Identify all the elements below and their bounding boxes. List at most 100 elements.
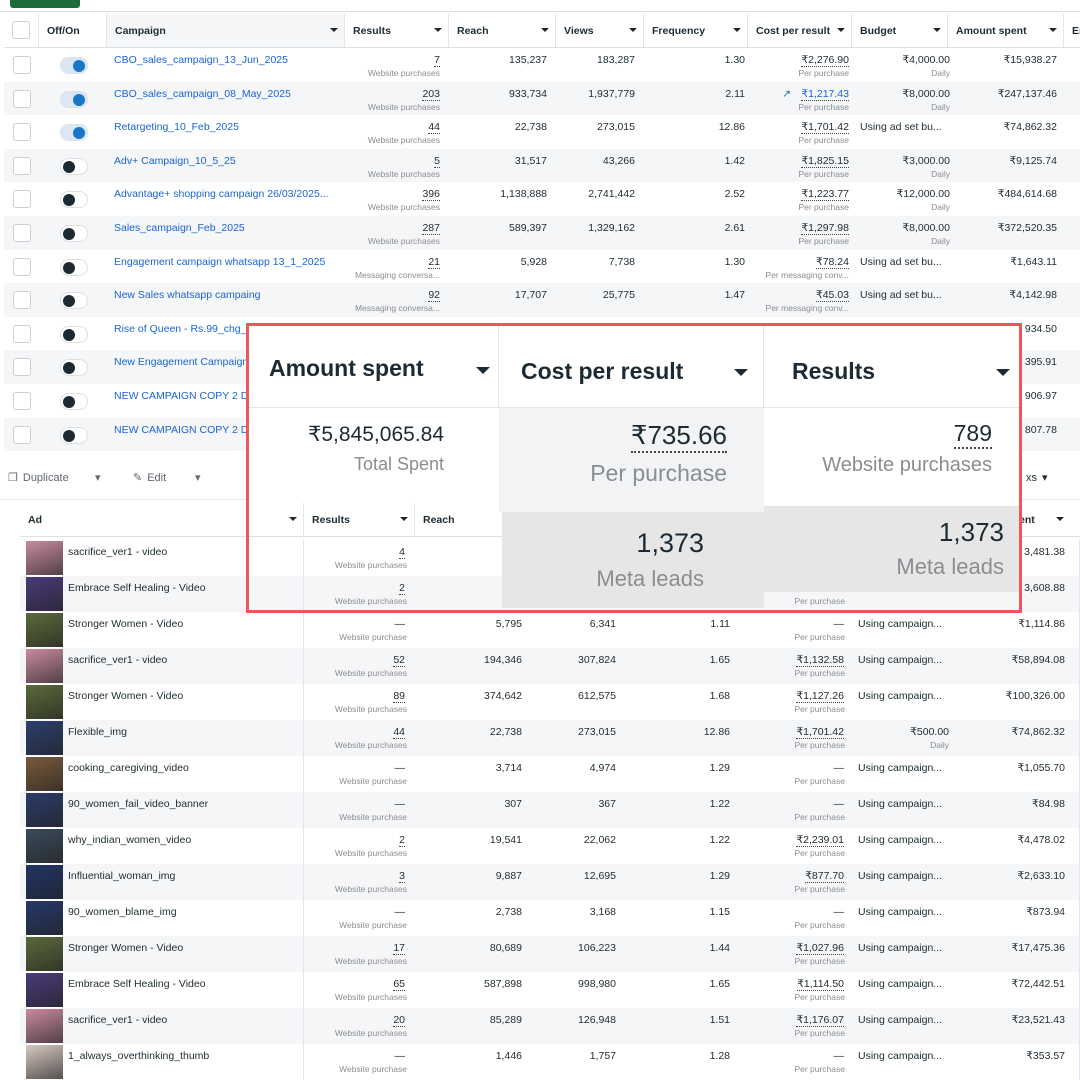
row-checkbox[interactable] <box>13 291 31 310</box>
row-checkbox[interactable] <box>13 224 31 242</box>
campaign-name-link[interactable]: Sales_campaign_Feb_2025 <box>114 222 342 234</box>
campaign-toggle[interactable] <box>60 393 88 410</box>
cost-value[interactable]: ₹1,223.77 <box>801 188 849 202</box>
cost-value[interactable]: ₹1,297.98 <box>801 222 849 235</box>
results-label: Messaging conversa... <box>354 269 440 280</box>
reach-value: 374,642 <box>484 690 522 702</box>
col-results[interactable]: Results <box>344 14 448 47</box>
campaign-toggle[interactable] <box>60 359 88 377</box>
campaign-toggle[interactable] <box>60 325 88 343</box>
row-checkbox[interactable] <box>13 324 31 343</box>
ad-name[interactable]: Embrace Self Healing - Video <box>68 582 206 594</box>
campaign-toggle[interactable] <box>60 90 88 108</box>
cost-value[interactable]: ₹78.24 <box>816 256 849 269</box>
cost-value[interactable]: — <box>834 618 845 630</box>
campaign-name-link[interactable]: Engagement campaign whatsapp 13_1_2025 <box>114 256 342 268</box>
campaign-toggle[interactable] <box>60 124 88 142</box>
row-checkbox[interactable] <box>13 56 31 74</box>
row-checkbox[interactable] <box>13 358 31 377</box>
campaign-toggle[interactable] <box>60 225 88 242</box>
ad-name[interactable]: cooking_caregiving_video <box>68 762 189 774</box>
col-frequency[interactable]: Frequency <box>643 14 747 47</box>
campaign-name-link[interactable]: New Sales whatsapp campaing <box>114 289 342 301</box>
ad-name[interactable]: 90_women_fail_video_banner <box>68 798 208 810</box>
row-checkbox[interactable] <box>13 123 31 142</box>
cost-value[interactable]: ₹1,132.58 <box>796 654 844 667</box>
duplicate-button[interactable]: ❐ Duplicate <box>8 471 69 485</box>
campaign-toggle[interactable] <box>60 258 88 276</box>
summary-spent-header[interactable]: Amount spent <box>249 326 499 408</box>
campaign-toggle[interactable] <box>60 426 88 444</box>
results-label: Website purchases <box>367 68 440 78</box>
ad-name[interactable]: 1_always_overthinking_thumb <box>68 1050 209 1062</box>
results-label: Website purchases <box>334 956 407 966</box>
cost-value[interactable]: ₹1,027.96 <box>796 942 844 955</box>
summary-results-header[interactable]: Results <box>764 326 1019 408</box>
create-button[interactable] <box>10 0 80 8</box>
budget-value: ₹8,000.00 <box>902 222 950 234</box>
cost-value[interactable]: ₹1,701.42 <box>801 121 849 135</box>
cost-label: Per purchase <box>794 992 845 1002</box>
col-views[interactable]: Views <box>555 14 643 47</box>
budget-value: ₹500.00 <box>910 726 949 738</box>
cost-value[interactable]: ₹1,217.43 <box>801 88 849 101</box>
select-all-cell <box>4 14 38 47</box>
edit-button[interactable]: ✎ Edit <box>133 471 166 485</box>
ad-name[interactable]: Flexible_img <box>68 726 127 738</box>
cost-value[interactable]: — <box>834 1050 845 1062</box>
cost-value[interactable]: ₹2,276.90 <box>801 54 849 67</box>
campaign-name-link[interactable]: CBO_sales_campaign_08_May_2025 <box>114 88 342 100</box>
cost-value[interactable]: ₹2,239.01 <box>796 834 844 847</box>
col-extra[interactable]: En <box>1063 14 1080 47</box>
col-cost[interactable]: Cost per result <box>747 14 851 47</box>
col-offon[interactable]: Off/On <box>38 14 106 47</box>
row-checkbox[interactable] <box>13 392 31 410</box>
ad-name[interactable]: Influential_woman_img <box>68 870 175 882</box>
col-reach[interactable]: Reach <box>448 14 555 47</box>
col-spent[interactable]: Amount spent <box>947 14 1063 47</box>
col-budget[interactable]: Budget <box>851 14 947 47</box>
results-value: — <box>394 618 406 630</box>
campaign-toggle[interactable] <box>60 292 88 310</box>
select-all-checkbox[interactable] <box>12 21 30 39</box>
cost-value[interactable]: ₹1,114.50 <box>797 978 844 991</box>
summary-cost-header[interactable]: Cost per result <box>499 326 764 408</box>
budget-text: Using campaign... <box>858 1050 943 1062</box>
row-checkbox[interactable] <box>13 156 31 175</box>
row-checkbox[interactable] <box>13 257 31 276</box>
col-label: Reach <box>457 24 489 37</box>
row-checkbox[interactable] <box>13 425 31 444</box>
ad-name[interactable]: sacrifice_ver1 - video <box>68 546 167 558</box>
duplicate-dropdown[interactable]: ▾ <box>95 471 101 484</box>
cost-value[interactable]: — <box>834 906 845 918</box>
cost-value[interactable]: — <box>834 798 845 810</box>
cost-value[interactable]: ₹1,825.15 <box>801 155 849 168</box>
cost-value[interactable]: ₹1,127.26 <box>796 690 844 703</box>
cost-value[interactable]: ₹877.70 <box>805 870 844 883</box>
ad-thumbnail <box>26 829 63 863</box>
ad-name[interactable]: Stronger Women - Video <box>68 618 183 630</box>
cost-value[interactable]: ₹45.03 <box>816 289 849 303</box>
columns-dropdown[interactable]: xs ▾ <box>1026 471 1048 485</box>
row-checkbox[interactable] <box>13 190 31 209</box>
campaign-toggle[interactable] <box>60 191 88 209</box>
col-campaign[interactable]: Campaign <box>106 14 344 47</box>
campaign-toggle[interactable] <box>60 157 88 175</box>
ad-name[interactable]: sacrifice_ver1 - video <box>68 654 167 666</box>
campaign-name-link[interactable]: Advantage+ shopping campaign 26/03/2025.… <box>114 188 342 200</box>
row-checkbox[interactable] <box>13 89 31 108</box>
ad-name[interactable]: Stronger Women - Video <box>68 942 183 954</box>
ad-name[interactable]: Embrace Self Healing - Video <box>68 978 206 990</box>
campaign-name-link[interactable]: Adv+ Campaign_10_5_25 <box>114 155 342 167</box>
ad-name[interactable]: why_indian_women_video <box>68 834 191 846</box>
campaign-toggle[interactable] <box>60 57 88 74</box>
ad-name[interactable]: 90_women_blame_img <box>68 906 177 918</box>
cost-value[interactable]: ₹1,701.42 <box>796 726 844 739</box>
cost-value[interactable]: ₹1,176.07 <box>796 1014 844 1027</box>
campaign-name-link[interactable]: Retargeting_10_Feb_2025 <box>114 121 342 133</box>
campaign-name-link[interactable]: CBO_sales_campaign_13_Jun_2025 <box>114 54 342 66</box>
ad-name[interactable]: sacrifice_ver1 - video <box>68 1014 167 1026</box>
ad-name[interactable]: Stronger Women - Video <box>68 690 183 702</box>
cost-value[interactable]: — <box>834 762 845 774</box>
edit-dropdown[interactable]: ▾ <box>195 471 201 484</box>
